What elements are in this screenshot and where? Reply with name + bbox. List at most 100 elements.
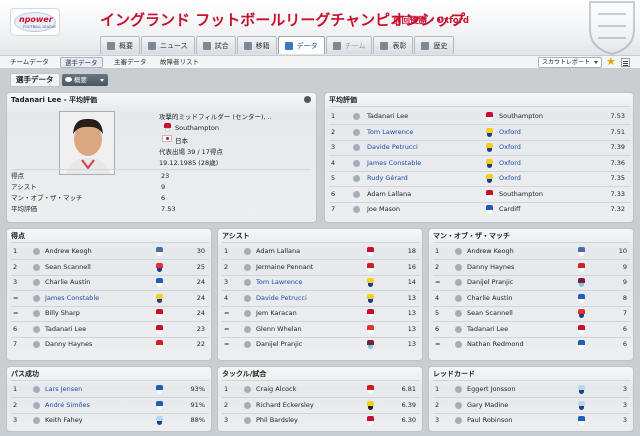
info-icon[interactable] [455,417,462,424]
overview-dropdown-button[interactable]: 概要 [62,74,108,86]
info-icon[interactable] [33,386,40,393]
player-name[interactable]: Keith Fahey [45,414,83,427]
player-name[interactable]: Phil Bardsley [256,414,298,427]
info-icon[interactable] [244,401,251,409]
tab-awards[interactable]: 表彰 [373,36,414,54]
panel-options-icon[interactable] [304,96,311,103]
info-icon[interactable] [33,341,40,348]
player-name[interactable]: Nathan Redmond [467,338,524,351]
info-icon[interactable] [455,401,462,409]
subnav-team-stats[interactable]: チームデータ [6,57,53,68]
favourite-star-icon[interactable]: ★ [606,56,616,67]
info-icon[interactable] [244,341,251,348]
player-name[interactable]: Davide Petrucci [256,292,307,305]
player-name[interactable]: André Simões [45,399,90,412]
info-icon[interactable] [353,175,360,182]
info-icon[interactable] [455,310,462,317]
info-icon[interactable] [353,128,360,136]
info-icon[interactable] [353,144,360,151]
player-club[interactable]: Southampton [175,124,219,132]
player-name[interactable]: Rudy Gérard [367,172,408,185]
info-icon[interactable] [353,190,360,198]
player-name[interactable]: Eggert Jonsson [467,383,516,396]
info-icon[interactable] [244,263,251,271]
info-icon[interactable] [353,113,360,120]
menu-icon[interactable] [621,58,630,67]
info-icon[interactable] [33,263,40,271]
player-name[interactable]: Jem Karacan [256,307,297,320]
club-name[interactable]: Oxford [499,126,521,139]
tab-transfers[interactable]: 移籍 [236,36,277,54]
info-icon[interactable] [33,325,40,333]
player-name[interactable]: Tadanari Lee [467,323,508,336]
player-name[interactable]: Billy Sharp [45,307,80,320]
info-icon[interactable] [33,279,40,286]
club-name[interactable]: Cardiff [499,203,521,216]
tab-overview[interactable]: 概要 [100,36,140,54]
player-name[interactable]: Tadanari Lee [45,323,86,336]
info-icon[interactable] [455,325,462,333]
player-name[interactable]: Richard Eckersley [256,399,314,412]
tab-news[interactable]: ニュース [141,36,195,54]
player-name[interactable]: Andrew Keogh [467,245,514,258]
club-name[interactable]: Oxford [499,141,521,154]
info-icon[interactable] [455,279,462,286]
player-name[interactable]: Danijel Pranjic [256,338,302,351]
player-name[interactable]: Glenn Whelan [256,323,302,336]
player-name[interactable]: Danny Haynes [467,261,514,274]
info-icon[interactable] [353,159,360,167]
info-icon[interactable] [244,248,251,255]
tab-teams[interactable]: チーム [325,36,373,54]
club-name[interactable]: Southampton [499,188,543,201]
subnav-player-stats[interactable]: 選手データ [60,57,103,68]
info-icon[interactable] [244,310,251,317]
club-name[interactable]: Oxford [499,172,521,185]
player-name[interactable]: James Constable [367,157,421,170]
player-name[interactable]: Tadanari Lee [367,110,408,123]
info-icon[interactable] [33,310,40,317]
tab-fixtures[interactable]: 試合 [195,36,236,54]
info-icon[interactable] [244,294,251,302]
info-icon[interactable] [33,294,40,302]
previous-champion[interactable]: 前回優勝 - Oxford [393,14,469,26]
info-icon[interactable] [455,341,462,348]
player-name[interactable]: Danijel Pranjic [467,276,513,289]
info-icon[interactable] [33,401,40,409]
player-name[interactable]: Gary Madine [467,399,508,412]
info-icon[interactable] [33,248,40,255]
player-name[interactable]: Jermaine Pennant [256,261,313,274]
info-icon[interactable] [244,417,251,424]
scout-report-dropdown[interactable]: スカウトレポート [538,57,602,68]
player-name[interactable]: Sean Scannell [467,307,513,320]
club-name[interactable]: Southampton [499,110,543,123]
player-nation[interactable]: 日本 [175,135,188,145]
player-name[interactable]: James Constable [45,292,99,305]
player-name[interactable]: Adam Lallana [256,245,300,258]
club-name[interactable]: Oxford [499,157,521,170]
player-name[interactable]: Sean Scannell [45,261,91,274]
player-name[interactable]: Andrew Keogh [45,245,92,258]
player-name[interactable]: Adam Lallana [367,188,411,201]
player-name[interactable]: Danny Haynes [45,338,92,351]
info-icon[interactable] [33,417,40,424]
player-name[interactable]: Davide Petrucci [367,141,418,154]
player-name[interactable]: Tom Lawrence [256,276,302,289]
info-icon[interactable] [455,248,462,255]
player-name[interactable]: Lars Jensen [45,383,82,396]
player-name[interactable]: Craig Alcock [256,383,296,396]
info-icon[interactable] [455,294,462,302]
player-name[interactable]: Paul Robinson [467,414,512,427]
player-name[interactable]: Charlie Austin [467,292,512,305]
tab-history[interactable]: 歴史 [414,36,455,54]
player-name[interactable]: Tom Lawrence [367,126,413,139]
info-icon[interactable] [244,386,251,393]
info-icon[interactable] [244,325,251,333]
player-name[interactable]: Charlie Austin [45,276,90,289]
info-icon[interactable] [353,206,360,213]
info-icon[interactable] [244,279,251,286]
info-icon[interactable] [455,386,462,393]
info-icon[interactable] [455,263,462,271]
tab-stats[interactable]: データ [277,36,325,54]
subnav-referee-stats[interactable]: 主審データ [110,57,151,68]
player-name[interactable]: Joe Mason [367,203,400,216]
